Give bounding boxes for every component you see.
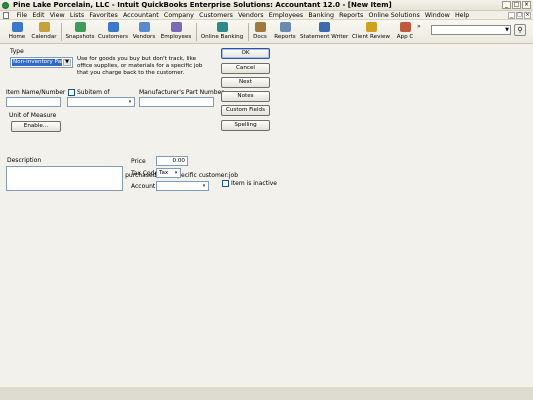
- toolbar-docs[interactable]: Docs: [251, 22, 269, 42]
- menu-window[interactable]: Window: [422, 11, 452, 20]
- menu-banking[interactable]: Banking: [306, 11, 337, 20]
- app-center-icon: [399, 22, 411, 32]
- mpn-label: Manufacturer's Part Number: [139, 89, 224, 96]
- window-title: Pine Lake Porcelain, LLC - Intuit QuickB…: [13, 1, 392, 9]
- cancel-button[interactable]: Cancel: [221, 63, 270, 74]
- description-textarea[interactable]: [6, 166, 123, 191]
- calendar-icon: [38, 22, 50, 32]
- item-name-input[interactable]: [6, 97, 61, 107]
- employees-icon: [170, 22, 182, 32]
- description-label: Description: [7, 157, 42, 164]
- toolbar-app-center[interactable]: App C: [395, 22, 415, 42]
- vendors-icon: [138, 22, 150, 32]
- client-review-icon: [365, 22, 377, 32]
- snapshots-icon: [74, 22, 86, 32]
- mpn-input[interactable]: [139, 97, 214, 107]
- custom-fields-button[interactable]: Custom Fields: [221, 105, 270, 116]
- quickbooks-logo-icon: [2, 2, 9, 9]
- type-dropdown[interactable]: Non-inventory Part ▼: [10, 57, 73, 68]
- menu-bar: File Edit View Lists Favorites Accountan…: [0, 11, 533, 20]
- menu-favorites[interactable]: Favorites: [87, 11, 121, 20]
- chevron-down-icon[interactable]: ▼: [63, 59, 71, 66]
- type-selected-value: Non-inventory Part: [12, 59, 62, 66]
- new-item-form: Type Non-inventory Part ▼ Use for goods …: [0, 44, 533, 400]
- menu-help[interactable]: Help: [452, 11, 472, 20]
- search-input[interactable]: ▼: [431, 25, 511, 35]
- close-button[interactable]: ×: [522, 1, 531, 9]
- type-description: Use for goods you buy but don't track, l…: [77, 56, 203, 76]
- tax-code-dropdown[interactable]: Tax ▾: [156, 168, 181, 178]
- inactive-label: Item is inactive: [231, 180, 277, 187]
- document-window-controls: _ □ ×: [508, 12, 531, 19]
- maximize-button[interactable]: □: [512, 1, 521, 9]
- reports-icon: [279, 22, 291, 32]
- menu-view[interactable]: View: [47, 11, 67, 20]
- chevron-down-icon[interactable]: ▾: [126, 98, 134, 106]
- customers-icon: [107, 22, 119, 32]
- menu-vendors[interactable]: Vendors: [236, 11, 267, 20]
- statement-writer-icon: [318, 22, 330, 32]
- menu-customers[interactable]: Customers: [196, 11, 235, 20]
- doc-minimize-button[interactable]: _: [508, 12, 515, 19]
- menu-employees[interactable]: Employees: [266, 11, 306, 20]
- account-dropdown[interactable]: ▾: [156, 181, 209, 191]
- toolbar-snapshots[interactable]: Snapshots: [65, 22, 95, 42]
- home-icon: [11, 22, 23, 32]
- type-label: Type: [10, 48, 24, 55]
- toolbar-customers[interactable]: Customers: [98, 22, 128, 42]
- title-bar: Pine Lake Porcelain, LLC - Intuit QuickB…: [0, 0, 533, 11]
- toolbar-vendors[interactable]: Vendors: [131, 22, 157, 42]
- doc-close-button[interactable]: ×: [524, 12, 531, 19]
- search-icon: ⚲: [517, 26, 523, 34]
- toolbar-separator: [248, 23, 249, 41]
- toolbar-employees[interactable]: Employees: [160, 22, 192, 42]
- chevron-down-icon[interactable]: ▾: [172, 169, 180, 177]
- subitem-dropdown[interactable]: ▾: [67, 97, 135, 107]
- toolbar-statement-writer[interactable]: Statement Writer: [300, 22, 348, 42]
- price-input[interactable]: 0.00: [156, 156, 188, 166]
- menu-company[interactable]: Company: [161, 11, 196, 20]
- icon-toolbar: Home Calendar Snapshots Customers Vendor…: [0, 20, 533, 44]
- chevron-down-icon[interactable]: ▾: [200, 182, 208, 190]
- menu-reports[interactable]: Reports: [337, 11, 366, 20]
- toolbar-reports[interactable]: Reports: [273, 22, 297, 42]
- toolbar-online-banking[interactable]: Online Banking: [199, 22, 245, 42]
- item-name-label: Item Name/Number: [6, 89, 66, 96]
- ok-button[interactable]: OK: [221, 48, 270, 59]
- toolbar-separator: [61, 23, 62, 41]
- chevron-down-icon[interactable]: ▼: [505, 27, 509, 33]
- toolbar-calendar[interactable]: Calendar: [31, 22, 57, 42]
- spelling-button[interactable]: Spelling: [221, 120, 270, 131]
- docs-icon: [254, 22, 266, 32]
- price-label: Price: [131, 158, 146, 165]
- toolbar-home[interactable]: Home: [6, 22, 28, 42]
- subitem-checkbox[interactable]: [68, 89, 75, 96]
- menu-file[interactable]: File: [14, 11, 30, 20]
- status-bar: [0, 387, 533, 400]
- account-label: Account: [131, 183, 156, 190]
- next-button[interactable]: Next: [221, 77, 270, 88]
- menu-lists[interactable]: Lists: [67, 11, 86, 20]
- document-icon[interactable]: [3, 12, 9, 19]
- toolbar-client-review[interactable]: Client Review: [351, 22, 391, 42]
- enable-button[interactable]: Enable...: [11, 121, 61, 132]
- subitem-label: Subitem of: [77, 89, 110, 96]
- notes-button[interactable]: Notes: [221, 91, 270, 102]
- search-button[interactable]: ⚲: [514, 24, 526, 36]
- menu-accountant[interactable]: Accountant: [120, 11, 161, 20]
- toolbar-separator: [196, 23, 197, 41]
- inactive-checkbox[interactable]: [222, 180, 229, 187]
- menu-edit[interactable]: Edit: [30, 11, 47, 20]
- doc-restore-button[interactable]: □: [516, 12, 523, 19]
- toolbar-overflow-chevron[interactable]: »: [417, 23, 421, 30]
- online-banking-icon: [216, 22, 228, 32]
- menu-online-solutions[interactable]: Online Solutions: [366, 11, 422, 20]
- window-controls: _ □ ×: [502, 1, 531, 9]
- tax-code-label: Tax Code: [131, 170, 159, 177]
- uom-label: Unit of Measure: [9, 112, 57, 119]
- minimize-button[interactable]: _: [502, 1, 511, 9]
